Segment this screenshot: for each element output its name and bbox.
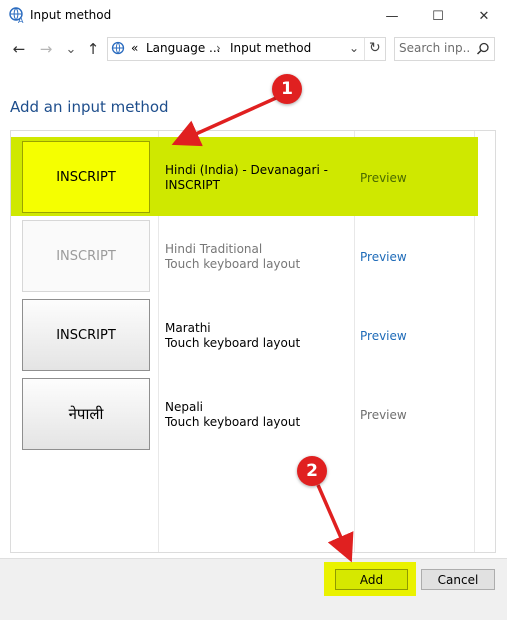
method-layout: Touch keyboard layout bbox=[165, 415, 301, 429]
language-globe-icon bbox=[111, 41, 125, 55]
search-box[interactable] bbox=[394, 37, 495, 61]
breadcrumb-overflow[interactable]: « bbox=[131, 41, 138, 55]
recent-locations-button[interactable]: ⌄ bbox=[60, 38, 82, 60]
minimize-button[interactable]: — bbox=[369, 0, 415, 32]
svg-text:A: A bbox=[18, 16, 24, 24]
add-button[interactable]: Add bbox=[335, 569, 408, 590]
cancel-button[interactable]: Cancel bbox=[421, 569, 495, 590]
preview-link[interactable]: Preview bbox=[360, 329, 407, 343]
preview-link: Preview bbox=[360, 408, 407, 422]
maximize-button[interactable]: ☐ bbox=[415, 0, 461, 32]
breadcrumb-language[interactable]: Language ... bbox=[146, 41, 220, 55]
step-2-badge: 2 bbox=[297, 456, 327, 486]
up-button[interactable]: ↑ bbox=[82, 38, 104, 60]
language-globe-icon: A bbox=[9, 7, 24, 24]
breadcrumb-separator[interactable]: › bbox=[216, 41, 221, 55]
arrow-up-icon: ↑ bbox=[86, 40, 100, 58]
preview-link[interactable]: Preview bbox=[360, 171, 407, 185]
method-name: Hindi Traditional bbox=[165, 242, 263, 256]
forward-button[interactable]: → bbox=[35, 38, 57, 60]
maximize-icon: ☐ bbox=[432, 8, 444, 24]
keyboard-preview-tile[interactable]: नेपाली bbox=[22, 378, 150, 450]
search-input[interactable] bbox=[399, 41, 471, 55]
keyboard-preview-tile[interactable]: INSCRIPT bbox=[22, 299, 150, 371]
chevron-down-icon[interactable]: ⌄ bbox=[349, 41, 359, 55]
arrow-right-icon: → bbox=[39, 40, 53, 58]
preview-link[interactable]: Preview bbox=[360, 250, 407, 264]
window-title: Input method bbox=[30, 8, 112, 22]
method-name: Hindi (India) - Devanagari - bbox=[165, 163, 328, 177]
keyboard-preview-tile[interactable]: INSCRIPT bbox=[22, 220, 150, 292]
search-icon[interactable] bbox=[476, 42, 490, 56]
back-button[interactable]: ← bbox=[8, 38, 30, 60]
method-layout: Touch keyboard layout bbox=[165, 257, 301, 271]
page-title: Add an input method bbox=[10, 98, 169, 116]
step-1-badge: 1 bbox=[272, 74, 302, 104]
method-name: Marathi bbox=[165, 321, 211, 335]
method-name: Nepali bbox=[165, 400, 203, 414]
close-icon: ✕ bbox=[478, 8, 490, 24]
divider bbox=[364, 38, 365, 60]
breadcrumb-input-method[interactable]: Input method bbox=[230, 41, 311, 55]
method-layout: Touch keyboard layout bbox=[165, 336, 301, 350]
address-bar[interactable]: « Language ... › Input method ⌄ ↻ bbox=[107, 37, 386, 61]
chevron-down-icon: ⌄ bbox=[65, 41, 77, 57]
refresh-icon[interactable]: ↻ bbox=[369, 40, 381, 56]
minimize-icon: — bbox=[385, 8, 399, 24]
arrow-left-icon: ← bbox=[12, 40, 26, 58]
keyboard-preview-tile[interactable]: INSCRIPT bbox=[22, 141, 150, 213]
method-layout: INSCRIPT bbox=[165, 178, 220, 192]
close-button[interactable]: ✕ bbox=[461, 0, 507, 32]
